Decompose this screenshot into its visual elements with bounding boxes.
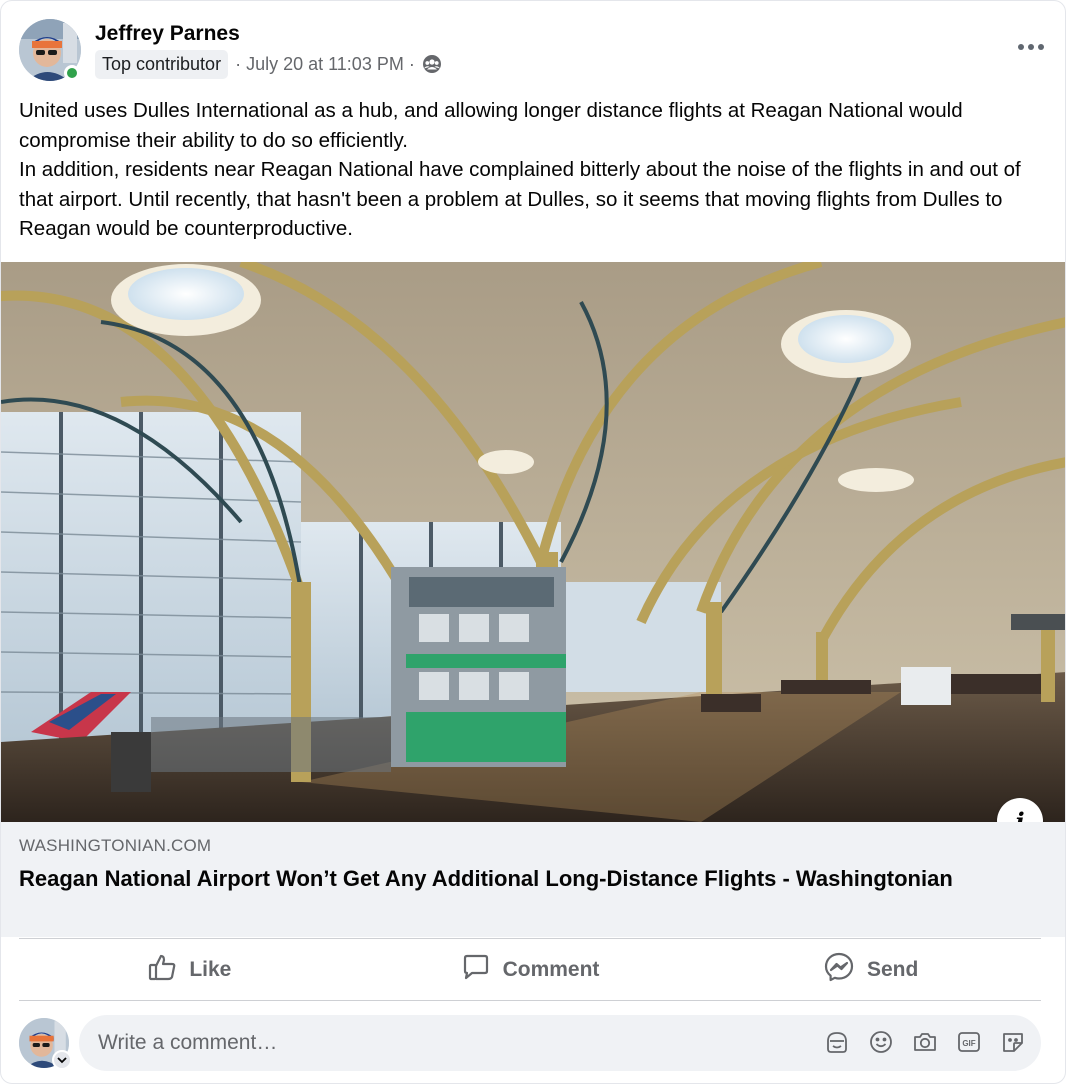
link-preview-image[interactable]	[1, 262, 1065, 822]
comment-label: Comment	[502, 957, 600, 981]
group-icon	[422, 54, 442, 74]
post-header: Jeffrey Parnes Top contributor · July 20…	[19, 19, 1049, 83]
post-meta: Top contributor · July 20 at 11:03 PM ·	[95, 49, 442, 79]
like-label: Like	[189, 957, 232, 981]
avatar-sticker-icon[interactable]	[823, 1028, 851, 1056]
online-status-dot	[64, 65, 80, 81]
messenger-icon	[823, 951, 867, 989]
more-options-icon[interactable]	[1013, 29, 1049, 65]
gif-icon[interactable]: GIF	[955, 1028, 983, 1056]
post-paragraph: United uses Dulles International as a hu…	[19, 99, 963, 152]
link-domain: WASHINGTONIAN.COM	[19, 836, 212, 855]
post-actions: Like Comment Send	[19, 938, 1041, 1001]
author-avatar-wrap[interactable]	[19, 19, 83, 83]
like-icon	[147, 952, 189, 988]
post-timestamp[interactable]: · July 20 at 11:03 PM ·	[235, 54, 415, 75]
comment-icon	[461, 952, 503, 988]
send-label: Send	[867, 957, 919, 981]
author-name[interactable]: Jeffrey Parnes	[95, 22, 240, 46]
comment-tools: GIF	[823, 1028, 1027, 1058]
chevron-down-icon[interactable]	[52, 1050, 72, 1070]
comment-button[interactable]: Comment	[360, 939, 701, 1000]
link-preview-box[interactable]: WASHINGTONIAN.COM Reagan National Airpor…	[1, 822, 1065, 937]
svg-text:GIF: GIF	[962, 1039, 975, 1048]
post-body: United uses Dulles International as a hu…	[19, 96, 1049, 244]
link-title[interactable]: Reagan National Airport Won’t Get Any Ad…	[19, 864, 1049, 894]
like-button[interactable]: Like	[19, 939, 360, 1000]
post-paragraph: In addition, residents near Reagan Natio…	[19, 158, 1021, 240]
feed-post: Jeffrey Parnes Top contributor · July 20…	[0, 0, 1066, 1084]
emoji-icon[interactable]	[867, 1028, 895, 1056]
comment-composer: GIF	[19, 1015, 1041, 1071]
sticker-icon[interactable]	[999, 1028, 1027, 1056]
top-contributor-badge[interactable]: Top contributor	[95, 49, 229, 79]
camera-icon[interactable]	[911, 1028, 939, 1056]
send-button[interactable]: Send	[700, 939, 1041, 1000]
